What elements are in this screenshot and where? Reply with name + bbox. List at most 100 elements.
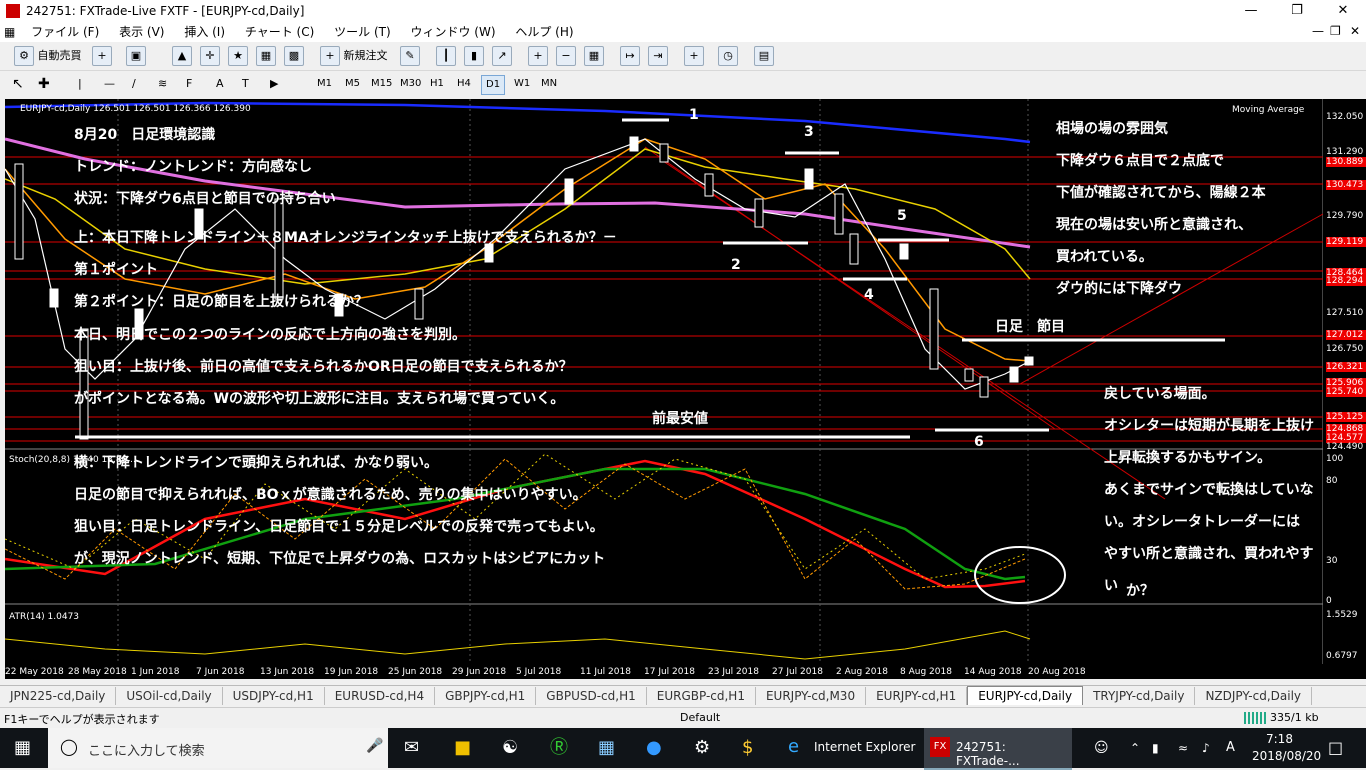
explorer-icon[interactable]: ■ [454, 728, 471, 768]
timeframe-m5[interactable]: M5 [341, 75, 364, 93]
zoom-out-button[interactable]: − [556, 46, 576, 66]
line-chart-button[interactable]: ↗ [492, 46, 512, 66]
money-icon[interactable]: $ [742, 728, 753, 768]
annotation-line: 第２ポイント：日足の節目を上抜けられるか？ [74, 294, 368, 310]
bar-chart-button[interactable]: ┃ [436, 46, 456, 66]
navigator-button[interactable]: ✛ [200, 46, 220, 66]
menu-tools[interactable]: ツール (T) [326, 22, 399, 42]
clock-time[interactable]: 7:18 [1266, 732, 1293, 746]
profiles-button[interactable]: ▣ [126, 46, 146, 66]
tab-eurusd-h4[interactable]: EURUSD-cd,H4 [325, 687, 436, 705]
market-watch-button[interactable]: ▲ [172, 46, 192, 66]
timeframe-h1[interactable]: H1 [426, 75, 448, 93]
menu-help[interactable]: ヘルプ (H) [507, 22, 581, 42]
data-window-button[interactable]: ★ [228, 46, 248, 66]
fibonacci-tool[interactable]: F [186, 74, 192, 94]
settings-gear-icon[interactable]: ⚙ [694, 728, 710, 768]
windows-start-icon[interactable]: ▦ [14, 728, 31, 768]
price-tag: 125.125 [1326, 412, 1366, 422]
zoom-in-button[interactable]: + [528, 46, 548, 66]
terminal-button[interactable]: ▦ [256, 46, 276, 66]
mdi-minimize-button[interactable]: — [1312, 24, 1324, 38]
volume-icon[interactable]: ♪ [1202, 728, 1210, 768]
chevron-up-icon[interactable]: ⌃ [1130, 728, 1140, 768]
tab-usdjpy-h1[interactable]: USDJPY-cd,H1 [223, 687, 325, 705]
candle-chart-button[interactable]: ▮ [464, 46, 484, 66]
annotation-right-top: 現在の場は安い所と意識され、 [1056, 217, 1253, 233]
kijun-label: 日足 節目 [995, 319, 1065, 335]
tab-gbpjpy-h1[interactable]: GBPJPY-cd,H1 [435, 687, 537, 705]
new-order-button[interactable]: + 新規注文 [320, 46, 388, 66]
timeframe-h4[interactable]: H4 [453, 75, 475, 93]
tab-eurjpy-h1[interactable]: EURJPY-cd,H1 [866, 687, 968, 705]
bar-chart-icon: ┃ [436, 46, 456, 66]
tab-usoil-daily[interactable]: USOil-cd,Daily [116, 687, 223, 705]
menu-window[interactable]: ウィンドウ (W) [402, 22, 503, 42]
menu-file[interactable]: ファイル (F) [23, 22, 107, 42]
battery-icon[interactable]: ▮ [1152, 728, 1159, 768]
paint-icon[interactable]: ☯ [502, 728, 518, 768]
tab-eurjpy-daily[interactable]: EURJPY-cd,Daily [967, 686, 1084, 705]
notification-icon[interactable]: □ [1328, 728, 1343, 768]
timeframe-w1[interactable]: W1 [510, 75, 534, 93]
menu-view[interactable]: 表示 (V) [111, 22, 172, 42]
date-label: 17 Jul 2018 [644, 667, 695, 677]
tab-jpn225-daily[interactable]: JPN225-cd,Daily [0, 687, 117, 705]
chart-tabs: JPN225-cd,Daily USOil-cd,Daily USDJPY-cd,H… [0, 685, 1366, 706]
label-tool[interactable]: T [242, 74, 249, 94]
app-r-icon[interactable]: Ⓡ [550, 728, 568, 768]
cursor-tool[interactable]: ↖ [12, 74, 24, 94]
vertical-line-tool[interactable]: | [78, 74, 82, 94]
people-icon[interactable]: ☺ [1094, 728, 1109, 768]
tab-gbpusd-h1[interactable]: GBPUSD-cd,H1 [536, 687, 647, 705]
templates-button[interactable]: ▤ [754, 46, 774, 66]
atr-axis-label: 1.5529 [1326, 610, 1358, 620]
wifi-icon[interactable]: ≈ [1178, 728, 1188, 768]
tab-eurjpy-m30[interactable]: EURJPY-cd,M30 [756, 687, 867, 705]
metaeditor-button[interactable]: ✎ [400, 46, 420, 66]
minimize-button[interactable]: — [1228, 0, 1274, 22]
tab-nzdjpy-daily[interactable]: NZDJPY-cd,Daily [1195, 687, 1313, 705]
tester-icon: ▩ [284, 46, 304, 66]
trendline-tool[interactable]: ∕ [132, 74, 136, 94]
line-chart-icon: ↗ [492, 46, 512, 66]
mdi-restore-button[interactable]: ❐ [1330, 24, 1341, 38]
app-menu-icon[interactable]: ▦ [0, 22, 19, 42]
tester-button[interactable]: ▩ [284, 46, 304, 66]
tile-button[interactable]: ▦ [584, 46, 604, 66]
menu-chart[interactable]: チャート (C) [237, 22, 322, 42]
tab-tryjpy-daily[interactable]: TRYJPY-cd,Daily [1083, 687, 1196, 705]
new-chart-button[interactable]: + [92, 46, 112, 66]
mdi-close-button[interactable]: ✕ [1350, 24, 1360, 38]
mail-icon[interactable]: ✉ [404, 728, 419, 768]
timeframe-m15[interactable]: M15 [367, 75, 396, 93]
timeframe-m1[interactable]: M1 [313, 75, 336, 93]
horizontal-line-tool[interactable]: — [104, 74, 115, 94]
tab-eurgbp-h1[interactable]: EURGBP-cd,H1 [647, 687, 756, 705]
crosshair-tool[interactable]: ✚ [38, 74, 50, 94]
auto-trade-button[interactable]: ⚙ 自動売買 [14, 46, 82, 66]
taskbar-internet-explorer[interactable]: e Internet Explorer [780, 728, 920, 768]
terminal-icon: ▦ [256, 46, 276, 66]
indicators-button[interactable]: + [684, 46, 704, 66]
ime-indicator[interactable]: A [1226, 728, 1235, 768]
taskbar-search-box[interactable]: ◯ ここに入力して検索 🎤 [48, 728, 388, 768]
maximize-button[interactable]: ❐ [1274, 0, 1320, 22]
menu-insert[interactable]: 挿入 (I) [176, 22, 233, 42]
arrows-tool[interactable]: ▶ [270, 74, 278, 94]
close-button[interactable]: ✕ [1320, 0, 1366, 22]
app-blue-icon[interactable]: ● [646, 728, 662, 768]
clock-date[interactable]: 2018/08/20 [1252, 749, 1321, 763]
text-tool[interactable]: A [216, 74, 224, 94]
chart-shift-button[interactable]: ⇥ [648, 46, 668, 66]
channel-tool[interactable]: ≋ [158, 74, 167, 94]
autoscroll-button[interactable]: ↦ [620, 46, 640, 66]
notes-icon[interactable]: ▦ [598, 728, 615, 768]
taskbar-metatrader[interactable]: FX 242751: FXTrade-... [924, 728, 1072, 770]
microphone-icon[interactable]: 🎤 [366, 738, 383, 754]
timeframe-d1[interactable]: D1 [481, 75, 506, 95]
annotation-line: 日足の節目で抑えられれば、BOｘが意識されるため、売りの集中はいりやすい。 [74, 487, 587, 503]
timeframe-mn[interactable]: MN [537, 75, 561, 93]
periods-button[interactable]: ◷ [718, 46, 738, 66]
timeframe-m30[interactable]: M30 [396, 75, 425, 93]
